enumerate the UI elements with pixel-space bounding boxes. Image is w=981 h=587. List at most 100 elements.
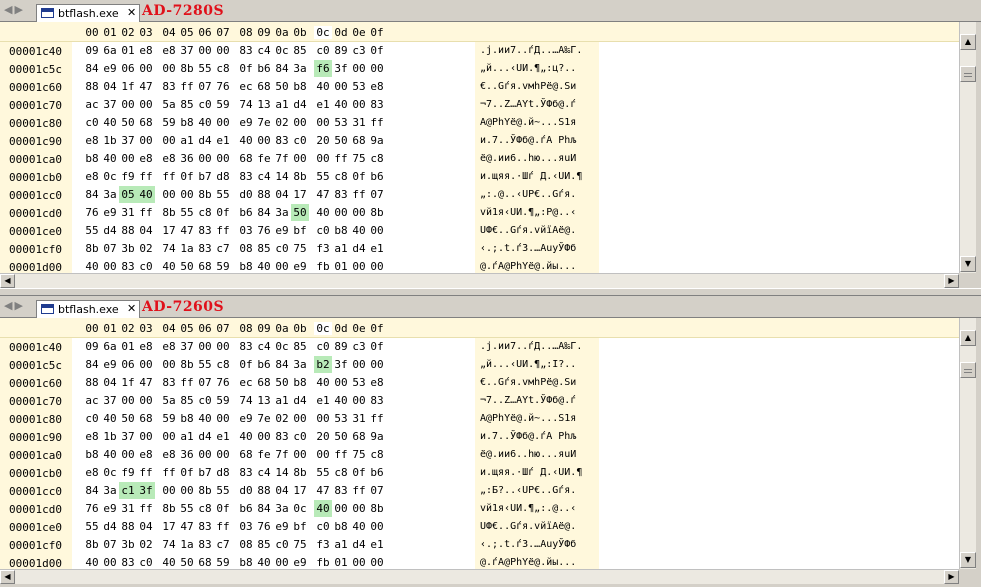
hex-byte[interactable]: 17 bbox=[291, 482, 309, 499]
hex-byte[interactable]: d4 bbox=[196, 132, 214, 149]
hex-byte[interactable]: 1b bbox=[101, 132, 119, 149]
hex-byte[interactable]: 85 bbox=[291, 338, 309, 355]
hex-row[interactable]: 00001cc0 84 3a 05 40 00 00 8b 55 d0 88 04 17 47 83 ff 07… bbox=[0, 186, 600, 204]
hex-byte[interactable]: d4 bbox=[196, 428, 214, 445]
hex-byte[interactable]: b7 bbox=[196, 168, 214, 185]
hex-byte[interactable]: 31 bbox=[350, 114, 368, 131]
hex-byte[interactable]: 00 bbox=[137, 356, 155, 373]
hex-byte[interactable]: 13 bbox=[255, 96, 273, 113]
hex-byte[interactable]: ec bbox=[237, 374, 255, 391]
hex-byte[interactable]: b8 bbox=[178, 410, 196, 427]
hex-byte[interactable]: 88 bbox=[119, 222, 137, 239]
hex-byte[interactable]: 50 bbox=[273, 78, 291, 95]
hex-byte[interactable]: ff bbox=[368, 410, 386, 427]
hex-byte[interactable]: 0f bbox=[350, 168, 368, 185]
hex-byte[interactable]: 84 bbox=[83, 60, 101, 77]
ascii-text[interactable]: @.ѓА@PhYё@.йы... bbox=[480, 557, 576, 568]
hex-byte[interactable]: 55 bbox=[214, 186, 232, 203]
hex-byte[interactable]: c0 bbox=[196, 96, 214, 113]
hex-byte[interactable]: 8b bbox=[291, 168, 309, 185]
hex-byte[interactable]: 0f bbox=[178, 168, 196, 185]
hex-byte[interactable]: 75 bbox=[291, 536, 309, 553]
hex-byte[interactable]: 7e bbox=[255, 114, 273, 131]
hex-byte[interactable]: f9 bbox=[119, 168, 137, 185]
hex-byte[interactable]: d4 bbox=[291, 96, 309, 113]
hex-byte[interactable]: 17 bbox=[291, 186, 309, 203]
hex-byte[interactable]: 76 bbox=[214, 374, 232, 391]
hex-byte[interactable]: c0 bbox=[137, 554, 155, 569]
hex-byte[interactable]: 40 bbox=[160, 258, 178, 273]
hex-byte[interactable]: e9 bbox=[237, 114, 255, 131]
hex-byte[interactable]: 13 bbox=[255, 392, 273, 409]
hex-byte[interactable]: 53 bbox=[350, 78, 368, 95]
hex-byte[interactable]: fb bbox=[314, 554, 332, 569]
hex-byte[interactable]: 0f bbox=[350, 464, 368, 481]
hex-byte[interactable]: 00 bbox=[196, 42, 214, 59]
hex-byte[interactable]: 6a bbox=[101, 42, 119, 59]
hex-byte[interactable]: 85 bbox=[255, 240, 273, 257]
file-tab[interactable]: btflash.exe ✕ bbox=[36, 300, 140, 318]
hex-byte[interactable]: 76 bbox=[83, 204, 101, 221]
hex-byte[interactable]: c8 bbox=[196, 204, 214, 221]
hex-byte-highlighted[interactable]: b2 bbox=[314, 356, 332, 373]
hex-byte[interactable]: 00 bbox=[101, 258, 119, 273]
vertical-scrollbar[interactable]: ▲ ▼ bbox=[959, 22, 976, 273]
hex-byte[interactable]: 00 bbox=[214, 114, 232, 131]
hex-byte[interactable]: 40 bbox=[255, 258, 273, 273]
hex-content[interactable]: 00001c40 09 6a 01 e8 e8 37 00 00 83 c4 0c 85 c0 89 c3 0f… bbox=[0, 42, 959, 273]
hex-byte[interactable]: c8 bbox=[214, 60, 232, 77]
ascii-text[interactable]: ¬7..Z…АYt.ЎФб@.ѓ bbox=[480, 99, 576, 110]
hex-byte[interactable]: 40 bbox=[237, 132, 255, 149]
hex-byte[interactable]: 83 bbox=[196, 518, 214, 535]
hex-byte[interactable]: 85 bbox=[178, 392, 196, 409]
hex-byte[interactable]: ff bbox=[160, 168, 178, 185]
hex-byte[interactable]: 59 bbox=[214, 258, 232, 273]
hex-byte[interactable]: e1 bbox=[314, 96, 332, 113]
hex-byte[interactable]: 04 bbox=[273, 186, 291, 203]
hex-byte[interactable]: 40 bbox=[237, 428, 255, 445]
hex-byte[interactable]: c0 bbox=[83, 114, 101, 131]
hex-byte[interactable]: d8 bbox=[214, 464, 232, 481]
horizontal-scrollbar[interactable]: ◀ ▶ bbox=[0, 569, 959, 584]
ascii-text[interactable]: .j.ии7..ѓД..…А‰Г. bbox=[480, 341, 582, 352]
hex-byte[interactable]: e1 bbox=[368, 240, 386, 257]
hex-byte[interactable]: 55 bbox=[196, 356, 214, 373]
hex-byte[interactable]: e8 bbox=[368, 78, 386, 95]
hex-byte[interactable]: 3a bbox=[291, 60, 309, 77]
hex-byte[interactable]: 76 bbox=[255, 518, 273, 535]
hex-byte[interactable]: 88 bbox=[83, 374, 101, 391]
hex-byte[interactable]: 00 bbox=[273, 258, 291, 273]
hex-byte[interactable]: ff bbox=[368, 114, 386, 131]
hex-byte[interactable]: 37 bbox=[101, 392, 119, 409]
hex-byte[interactable]: c4 bbox=[255, 168, 273, 185]
hex-byte[interactable]: 74 bbox=[160, 536, 178, 553]
hex-byte[interactable]: c4 bbox=[255, 464, 273, 481]
hex-byte[interactable]: 84 bbox=[273, 356, 291, 373]
hex-byte[interactable]: 83 bbox=[119, 258, 137, 273]
hex-row[interactable]: 00001c60 88 04 1f 47 83 ff 07 76 ec 68 50 b8 40 00 53 e8… bbox=[0, 374, 600, 392]
hex-byte[interactable]: e9 bbox=[273, 518, 291, 535]
hex-byte[interactable]: c8 bbox=[332, 464, 350, 481]
hex-byte[interactable]: 50 bbox=[273, 374, 291, 391]
hex-byte[interactable]: 47 bbox=[137, 374, 155, 391]
hex-byte[interactable]: d4 bbox=[350, 240, 368, 257]
hex-byte[interactable]: 00 bbox=[273, 554, 291, 569]
hex-row[interactable]: 00001c40 09 6a 01 e8 e8 37 00 00 83 c4 0c 85 c0 89 c3 0f… bbox=[0, 338, 600, 356]
horizontal-scrollbar[interactable]: ◀ ▶ bbox=[0, 273, 959, 288]
hex-byte[interactable]: ff bbox=[214, 518, 232, 535]
hex-byte[interactable]: 00 bbox=[160, 132, 178, 149]
hex-byte[interactable]: a1 bbox=[178, 132, 196, 149]
hex-byte[interactable]: 04 bbox=[137, 222, 155, 239]
hex-byte[interactable]: e8 bbox=[137, 42, 155, 59]
hex-byte[interactable]: e8 bbox=[160, 42, 178, 59]
ascii-text[interactable]: ё@.ии6..hю...яuИ bbox=[480, 449, 576, 460]
hex-byte[interactable]: b7 bbox=[196, 464, 214, 481]
hex-byte[interactable]: 55 bbox=[196, 60, 214, 77]
hex-row[interactable]: 00001c70 ac 37 00 00 5a 85 c0 59 74 13 a1 d4 e1 40 00 83… bbox=[0, 392, 600, 410]
hex-byte[interactable]: bf bbox=[291, 222, 309, 239]
hex-byte[interactable]: 0f bbox=[178, 464, 196, 481]
hex-byte[interactable]: 50 bbox=[332, 132, 350, 149]
ascii-text[interactable]: „й...‹UИ.¶„:ц?.. bbox=[480, 63, 576, 74]
hex-byte[interactable]: 09 bbox=[83, 338, 101, 355]
hex-byte[interactable]: c4 bbox=[255, 338, 273, 355]
